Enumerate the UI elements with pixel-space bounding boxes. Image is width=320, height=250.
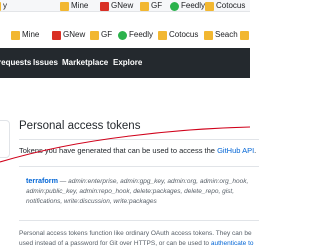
- folder-icon: [140, 1, 149, 11]
- bookmark-item[interactable]: GNew: [100, 0, 133, 11]
- feedly-icon: [118, 30, 127, 40]
- bookmark-item[interactable]: GF: [140, 0, 162, 11]
- folder-icon: [60, 1, 69, 11]
- nav-pull-requests[interactable]: requests: [0, 48, 31, 78]
- bookmark-item[interactable]: y: [0, 0, 7, 11]
- bookmarks-bar: y Mine GNew GF Feedly Cotocus: [0, 0, 250, 12]
- annotation-stroke: [0, 126, 250, 163]
- feedly-icon: [170, 1, 179, 11]
- nav-issues[interactable]: Issues: [33, 48, 58, 78]
- folder-icon: [90, 30, 99, 40]
- bookmark-item[interactable]: Cotocus: [205, 0, 245, 11]
- folder-icon: [0, 1, 1, 11]
- bookmark-item[interactable]: Cotocus: [158, 29, 198, 41]
- settings-sidebar[interactable]: [0, 120, 10, 158]
- github-api-link[interactable]: GitHub API: [217, 146, 254, 155]
- nav-marketplace[interactable]: Marketplace: [62, 48, 108, 78]
- folder-icon: [204, 30, 213, 40]
- token-list-item: terraform — admin:enterprise, admin:gpg_…: [19, 166, 259, 221]
- page-title: Personal access tokens: [19, 120, 141, 132]
- bookmark-item[interactable]: Feedly: [170, 0, 205, 11]
- folder-icon: [11, 30, 20, 40]
- bookmark-item[interactable]: Mine: [60, 0, 88, 11]
- folder-icon: [240, 30, 249, 40]
- bookmark-item[interactable]: Mine: [11, 29, 39, 41]
- bookmark-item[interactable]: GF: [90, 29, 112, 41]
- footer-note: Personal access tokens function like ord…: [19, 229, 259, 250]
- divider: [19, 139, 259, 140]
- gnew-icon: [52, 30, 61, 40]
- github-header: requests Issues Marketplace Explore: [0, 48, 250, 78]
- bookmark-item[interactable]: Seach: [204, 29, 238, 41]
- bookmark-item[interactable]: [240, 29, 251, 41]
- nav-explore[interactable]: Explore: [113, 48, 142, 78]
- intro-text: Tokens you have generated that can be us…: [19, 146, 257, 155]
- gnew-icon: [100, 1, 109, 11]
- folder-icon: [158, 30, 167, 40]
- bookmark-item[interactable]: Feedly: [118, 29, 153, 41]
- bookmarks-row: y Mine GNew GF Feedly Cotocus Seach: [0, 28, 250, 42]
- token-name-link[interactable]: terraform: [26, 176, 58, 185]
- folder-icon: [205, 1, 214, 11]
- bookmark-item[interactable]: GNew: [52, 29, 85, 41]
